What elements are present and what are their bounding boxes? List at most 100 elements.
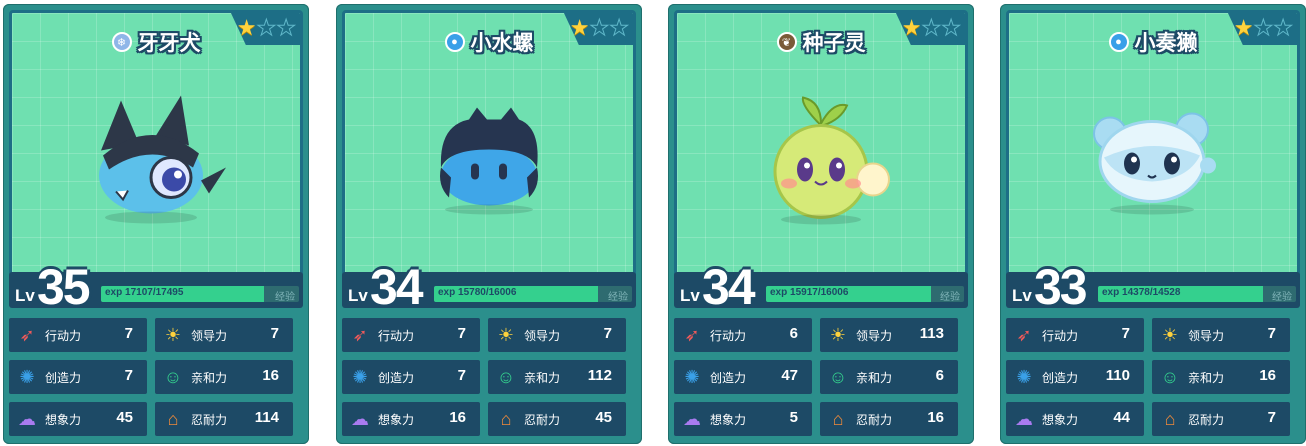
stat-leadership: ☀ 领导力 7 <box>1152 318 1290 352</box>
imagination-icon: ☁ <box>683 408 701 429</box>
exp-bar: exp 17107/17495 经验 <box>101 286 299 302</box>
stat-affinity: ☺ 亲和力 6 <box>820 360 958 394</box>
endurance-icon: ⌂ <box>832 408 844 429</box>
level-number: 33 <box>1034 259 1088 315</box>
stat-leadership: ☀ 领导力 113 <box>820 318 958 352</box>
stat-label: 想象力 <box>710 413 747 427</box>
pet-name: 小水螺 <box>470 32 534 55</box>
stat-leadership: ☀ 领导力 7 <box>488 318 626 352</box>
stat-label: 领导力 <box>524 329 561 343</box>
exp-bar: exp 14378/14528 经验 <box>1098 286 1296 302</box>
star-filled-icon: ★ <box>236 15 257 40</box>
star-empty-icon: ★ <box>276 15 297 40</box>
level-bar: Lv 35 exp 17107/17495 经验 <box>9 259 303 315</box>
level-label: Lv <box>1012 286 1032 305</box>
exp-label: exp <box>438 287 456 298</box>
stat-value: 5 <box>789 409 798 426</box>
stat-label: 创造力 <box>45 371 82 385</box>
stat-value: 16 <box>449 409 466 426</box>
stat-label: 亲和力 <box>191 371 228 385</box>
grass-icon: ❦ <box>776 32 797 52</box>
exp-text: exp 14378/14528 <box>1102 287 1180 298</box>
action-icon: ➶ <box>1016 324 1032 345</box>
exp-current: 15780 <box>458 287 486 298</box>
stat-label: 创造力 <box>1042 371 1079 385</box>
star-filled-icon: ★ <box>569 15 590 40</box>
stat-label: 领导力 <box>191 329 228 343</box>
imagination-icon: ☁ <box>351 408 369 429</box>
stat-imagination: ☁ 想象力 45 <box>9 402 147 436</box>
stat-value: 7 <box>124 325 133 342</box>
stat-imagination: ☁ 想象力 5 <box>674 402 812 436</box>
imagination-icon: ☁ <box>18 408 36 429</box>
creativity-icon: ✺ <box>684 366 700 387</box>
exp-current: 14378 <box>1122 287 1150 298</box>
star-rating: ★ ★ ★ <box>569 15 630 40</box>
star-rating: ★ ★ ★ <box>236 15 297 40</box>
stat-label: 亲和力 <box>1188 371 1225 385</box>
pet-sprite <box>1088 106 1218 221</box>
stat-value: 6 <box>935 367 944 384</box>
pet-portrait: ★ ★ ★ ❦ 种子灵 <box>674 10 968 290</box>
stat-imagination: ☁ 想象力 16 <box>342 402 480 436</box>
pet-card[interactable]: ★ ★ ★ ❦ 种子灵 Lv 34 exp 15917/16006 经验 ➶ 行… <box>668 4 974 444</box>
exp-text: exp 17107/17495 <box>105 287 183 298</box>
exp-label: exp <box>770 287 788 298</box>
stat-imagination: ☁ 想象力 44 <box>1006 402 1144 436</box>
water-icon: ● <box>1108 32 1129 52</box>
affinity-icon: ☺ <box>828 366 848 387</box>
stat-creativity: ✺ 创造力 7 <box>342 360 480 394</box>
creativity-icon: ✺ <box>1016 366 1032 387</box>
stat-endurance: ⌂ 忍耐力 16 <box>820 402 958 436</box>
stat-creativity: ✺ 创造力 7 <box>9 360 147 394</box>
pet-sprite <box>81 95 231 231</box>
pet-card[interactable]: ★ ★ ★ ● 小水螺 Lv 34 exp 15780/16006 经验 ➶ 行… <box>336 4 642 444</box>
stat-value: 7 <box>457 367 466 384</box>
stat-label: 领导力 <box>856 329 893 343</box>
level-bar: Lv 33 exp 14378/14528 经验 <box>1006 259 1300 315</box>
stat-value: 47 <box>781 367 798 384</box>
stat-value: 7 <box>1121 325 1130 342</box>
star-filled-icon: ★ <box>1233 15 1254 40</box>
pet-card[interactable]: ★ ★ ★ ● 小奏獭 Lv 33 exp 14378/14528 经验 ➶ 行… <box>1000 4 1306 444</box>
star-rating: ★ ★ ★ <box>1233 15 1294 40</box>
stat-value: 110 <box>1105 367 1130 384</box>
stat-value: 6 <box>789 325 798 342</box>
endurance-icon: ⌂ <box>500 408 512 429</box>
exp-bar: exp 15917/16006 经验 <box>766 286 964 302</box>
exp-side-label: 经验 <box>608 292 628 302</box>
action-icon: ➶ <box>684 324 700 345</box>
stat-label: 忍耐力 <box>524 413 561 427</box>
stat-value: 7 <box>270 325 279 342</box>
stat-creativity: ✺ 创造力 110 <box>1006 360 1144 394</box>
star-empty-icon: ★ <box>609 15 630 40</box>
exp-max: /14528 <box>1149 287 1181 298</box>
level-label: Lv <box>15 286 35 305</box>
stat-value: 45 <box>116 409 133 426</box>
stat-label: 行动力 <box>45 329 82 343</box>
stat-endurance: ⌂ 忍耐力 7 <box>1152 402 1290 436</box>
stat-affinity: ☺ 亲和力 16 <box>1152 360 1290 394</box>
water-icon: ● <box>444 32 465 52</box>
stat-affinity: ☺ 亲和力 16 <box>155 360 293 394</box>
action-icon: ➶ <box>19 324 35 345</box>
stat-label: 想象力 <box>1042 413 1079 427</box>
level-number: 34 <box>370 259 424 315</box>
creativity-icon: ✺ <box>19 366 35 387</box>
pet-card[interactable]: ★ ★ ★ ❄ 牙牙犬 Lv 35 exp 17107/17495 经验 ➶ 行… <box>3 4 309 444</box>
pet-name: 小奏獭 <box>1134 32 1198 55</box>
stat-label: 行动力 <box>1042 329 1079 343</box>
star-empty-icon: ★ <box>921 15 942 40</box>
leadership-icon: ☀ <box>497 324 515 345</box>
stat-label: 忍耐力 <box>1188 413 1225 427</box>
leadership-icon: ☀ <box>1161 324 1179 345</box>
stat-label: 创造力 <box>378 371 415 385</box>
stat-value: 112 <box>587 367 612 384</box>
pet-portrait: ★ ★ ★ ● 小水螺 <box>342 10 636 290</box>
level-bar: Lv 34 exp 15917/16006 经验 <box>674 259 968 315</box>
stat-endurance: ⌂ 忍耐力 45 <box>488 402 626 436</box>
stat-label: 行动力 <box>710 329 747 343</box>
pet-portrait: ★ ★ ★ ❄ 牙牙犬 <box>9 10 303 290</box>
star-empty-icon: ★ <box>1273 15 1294 40</box>
level-number: 35 <box>37 259 91 315</box>
